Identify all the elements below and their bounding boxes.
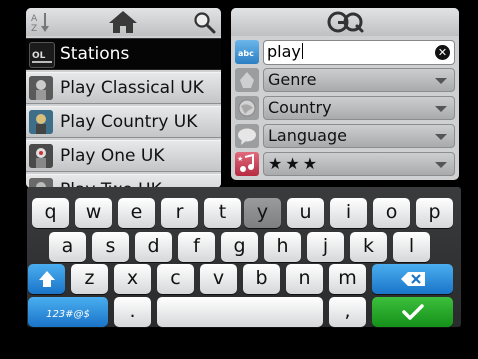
left-toolbar: A Z bbox=[26, 8, 221, 36]
key-r[interactable]: r bbox=[161, 198, 198, 228]
shift-arrow-icon bbox=[38, 271, 55, 287]
go-logo-icon bbox=[326, 10, 366, 34]
station-thumbnail-icon bbox=[29, 110, 53, 134]
language-icon bbox=[235, 124, 259, 148]
language-dropdown[interactable]: Language bbox=[263, 124, 455, 148]
key-d[interactable]: d bbox=[135, 232, 172, 262]
rating-dropdown[interactable]: ★★★ bbox=[263, 152, 455, 176]
key-s[interactable]: s bbox=[92, 232, 129, 262]
home-icon[interactable] bbox=[108, 10, 138, 34]
search-row: abc play ✕ bbox=[231, 39, 459, 65]
svg-text:Z: Z bbox=[31, 24, 37, 34]
favorite-music-icon: ★ bbox=[235, 152, 259, 176]
country-icon bbox=[235, 96, 259, 120]
key-e[interactable]: e bbox=[118, 198, 155, 228]
station-label: Stations bbox=[60, 44, 130, 64]
key-j[interactable]: j bbox=[307, 232, 344, 262]
key-a[interactable]: a bbox=[49, 232, 86, 262]
key-w[interactable]: w bbox=[75, 198, 112, 228]
station-row[interactable]: Play Country UK bbox=[26, 106, 221, 138]
clear-icon[interactable]: ✕ bbox=[435, 45, 450, 60]
station-row-stations[interactable]: OL Stations bbox=[26, 38, 221, 70]
station-row[interactable]: Play Two UK bbox=[26, 174, 221, 188]
svg-text:abc: abc bbox=[238, 49, 254, 58]
search-input[interactable]: play ✕ bbox=[263, 40, 455, 65]
key-q[interactable]: q bbox=[32, 198, 69, 228]
language-row: Language bbox=[231, 123, 459, 149]
genre-row: Genre bbox=[231, 67, 459, 93]
key-k[interactable]: k bbox=[350, 232, 387, 262]
enter-key[interactable] bbox=[372, 297, 453, 327]
key-x[interactable]: x bbox=[114, 264, 151, 294]
text-cursor bbox=[301, 43, 303, 59]
language-dropdown-label: Language bbox=[268, 126, 347, 145]
station-label: Play Country UK bbox=[60, 112, 198, 132]
onscreen-keyboard: q w e r t y u i o p a s d f g h j k l z … bbox=[27, 187, 461, 327]
station-thumbnail-icon bbox=[29, 144, 53, 168]
key-b[interactable]: b bbox=[243, 264, 280, 294]
key-o[interactable]: o bbox=[373, 198, 410, 228]
dropdown-arrow-icon bbox=[435, 134, 447, 140]
key-m[interactable]: m bbox=[329, 264, 366, 294]
country-row: Country bbox=[231, 95, 459, 121]
svg-text:OL: OL bbox=[32, 51, 46, 61]
station-label: Play Classical UK bbox=[60, 78, 204, 98]
key-n[interactable]: n bbox=[286, 264, 323, 294]
station-browser-panel: A Z OL Stations Play Classical UK Play C… bbox=[26, 8, 221, 188]
station-row[interactable]: Play One UK bbox=[26, 140, 221, 172]
sort-az-icon[interactable]: A Z bbox=[29, 10, 53, 34]
dropdown-arrow-icon bbox=[435, 106, 447, 112]
genre-icon bbox=[235, 68, 259, 92]
symbols-key-label: 123#@$ bbox=[46, 309, 90, 320]
svg-text:★: ★ bbox=[237, 155, 243, 163]
search-filter-panel: abc play ✕ Genre Country Language ★ ★★★ bbox=[231, 8, 459, 180]
station-label: Play One UK bbox=[60, 146, 165, 166]
station-list: OL Stations Play Classical UK Play Count… bbox=[26, 38, 221, 188]
genre-dropdown-label: Genre bbox=[268, 70, 317, 89]
dropdown-arrow-icon bbox=[435, 162, 447, 168]
key-c[interactable]: c bbox=[157, 264, 194, 294]
key-i[interactable]: i bbox=[330, 198, 367, 228]
search-icon[interactable] bbox=[192, 10, 216, 34]
stations-logo-icon: OL bbox=[29, 42, 55, 68]
key-y[interactable]: y bbox=[244, 198, 281, 228]
key-g[interactable]: g bbox=[221, 232, 258, 262]
key-f[interactable]: f bbox=[178, 232, 215, 262]
search-input-value: play bbox=[267, 42, 303, 61]
key-u[interactable]: u bbox=[287, 198, 324, 228]
space-key[interactable] bbox=[157, 297, 323, 327]
station-row[interactable]: Play Classical UK bbox=[26, 72, 221, 104]
key-z[interactable]: z bbox=[71, 264, 108, 294]
keyword-abc-icon: abc bbox=[235, 40, 259, 64]
symbols-key[interactable]: 123#@$ bbox=[28, 297, 108, 327]
key-t[interactable]: t bbox=[204, 198, 241, 228]
shift-key[interactable] bbox=[28, 264, 65, 294]
key-p[interactable]: p bbox=[416, 198, 453, 228]
country-dropdown[interactable]: Country bbox=[263, 96, 455, 120]
key-h[interactable]: h bbox=[264, 232, 301, 262]
svg-text:A: A bbox=[31, 14, 38, 24]
right-toolbar bbox=[231, 8, 459, 36]
genre-dropdown[interactable]: Genre bbox=[263, 68, 455, 92]
country-dropdown-label: Country bbox=[268, 98, 332, 117]
key-l[interactable]: l bbox=[393, 232, 430, 262]
checkmark-icon bbox=[401, 304, 424, 320]
comma-key[interactable]: , bbox=[329, 297, 366, 327]
key-v[interactable]: v bbox=[200, 264, 237, 294]
period-key[interactable]: . bbox=[114, 297, 151, 327]
dropdown-arrow-icon bbox=[435, 78, 447, 84]
backspace-icon bbox=[400, 272, 425, 286]
rating-row: ★ ★★★ bbox=[231, 151, 459, 177]
backspace-key[interactable] bbox=[372, 264, 453, 294]
rating-dropdown-label: ★★★ bbox=[268, 154, 321, 173]
station-thumbnail-icon bbox=[29, 76, 53, 100]
